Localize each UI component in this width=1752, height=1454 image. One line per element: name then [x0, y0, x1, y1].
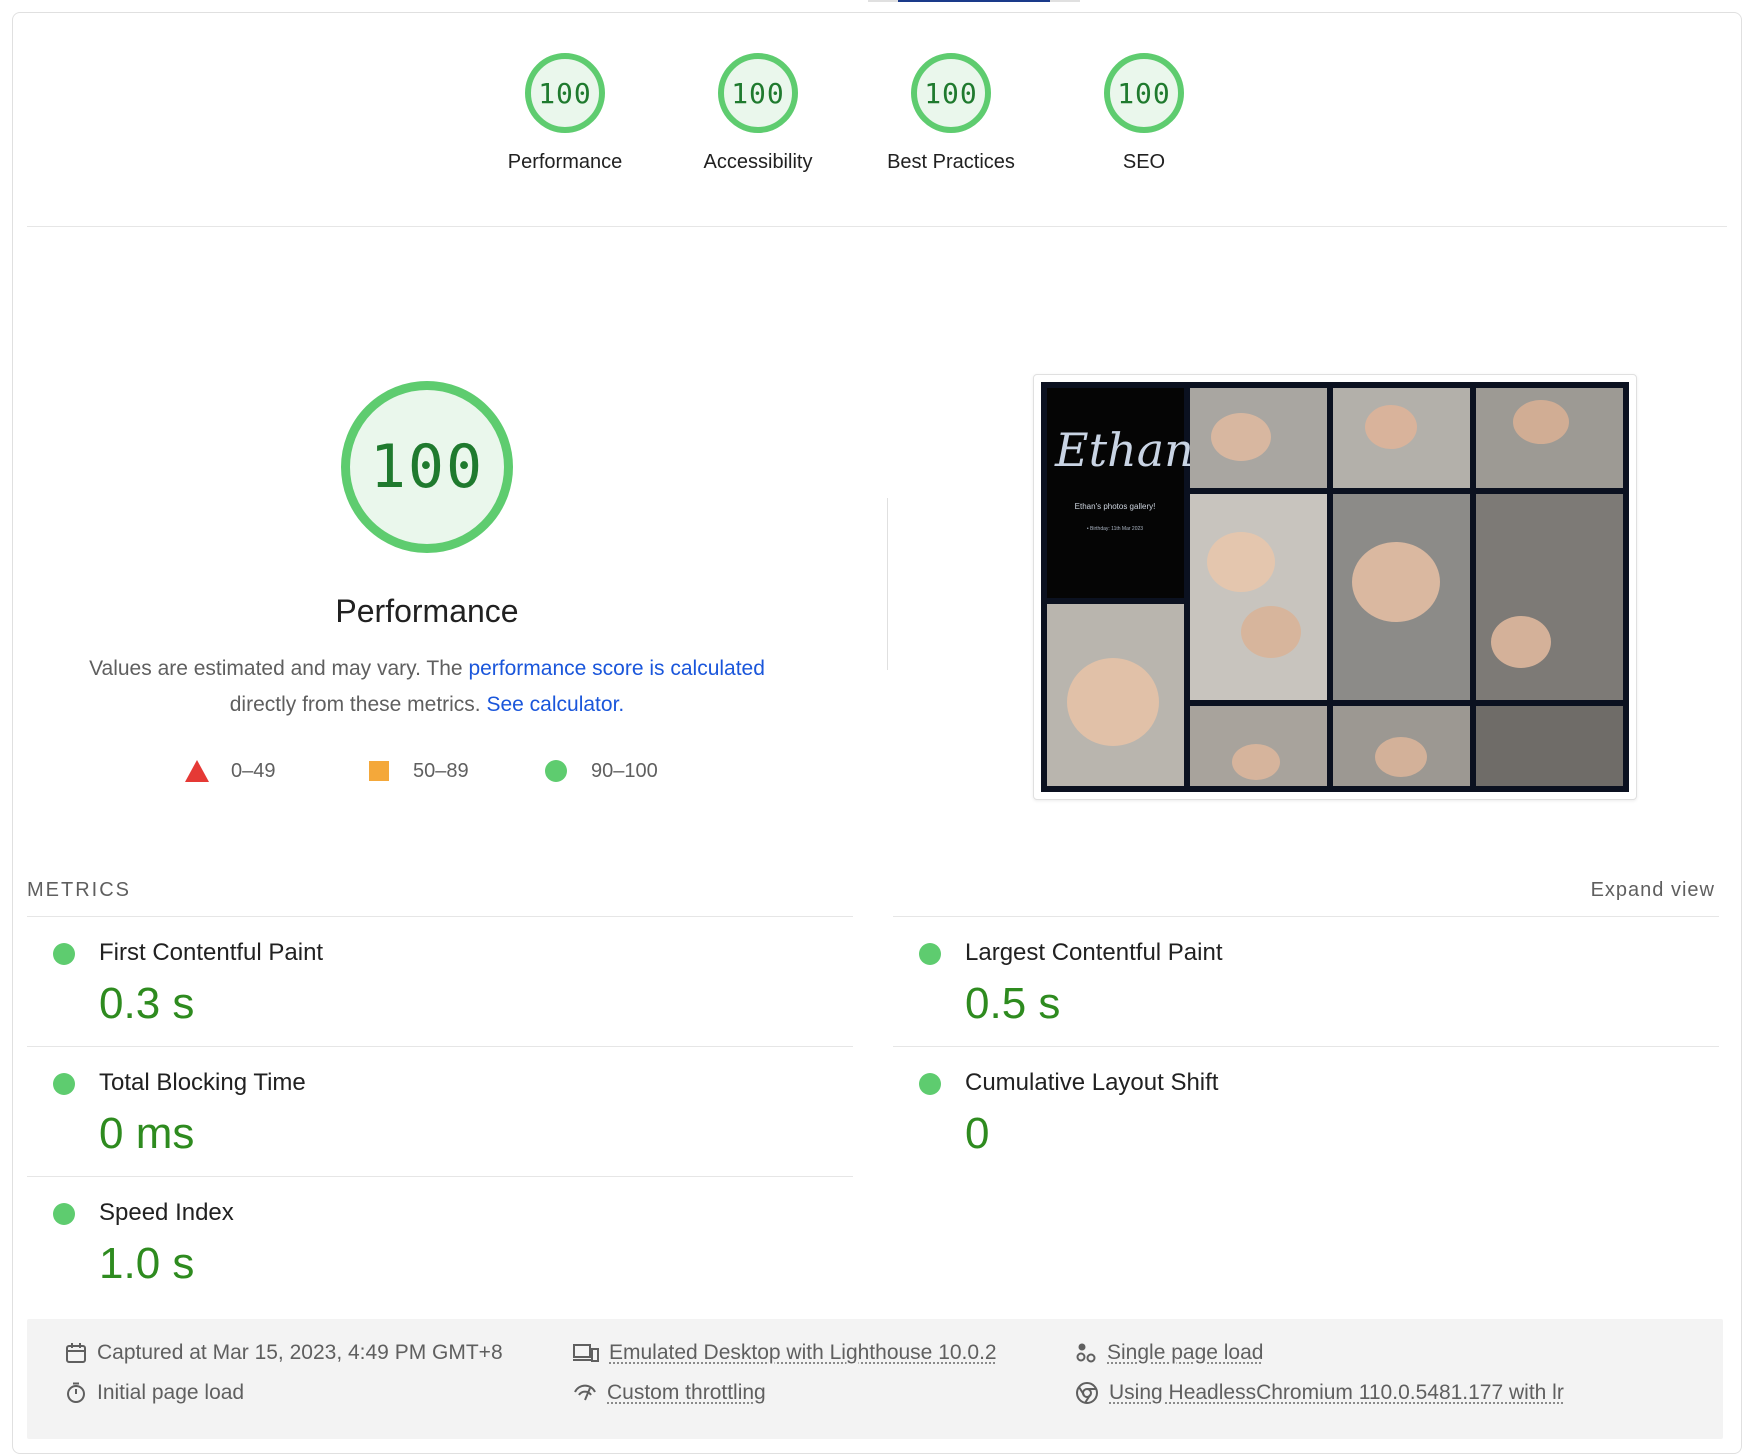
- desktop-device-icon: [573, 1344, 599, 1362]
- score-value: 100: [924, 76, 978, 110]
- single-page-load-icon: [1076, 1343, 1096, 1363]
- initial-load-info: Initial page load: [65, 1381, 244, 1405]
- captured-at-text: Captured at Mar 15, 2023, 4:49 PM GMT+8: [97, 1341, 503, 1364]
- score-summary: 100 Performance 100 Accessibility 100 Be…: [13, 53, 1741, 213]
- see-calculator-link[interactable]: See calculator.: [486, 693, 624, 716]
- lighthouse-report-card: 100 Performance 100 Accessibility 100 Be…: [12, 12, 1742, 1454]
- top-tab-indicator: [868, 0, 1080, 2]
- browser-version-link[interactable]: Using HeadlessChromium 110.0.5481.177 wi…: [1109, 1381, 1564, 1405]
- score-value: 100: [1117, 76, 1171, 110]
- network-throttle-icon: [574, 1384, 596, 1401]
- metric-cumulative-layout-shift: Cumulative Layout Shift 0: [893, 1046, 1719, 1175]
- metric-speed-index: Speed Index 1.0 s: [27, 1176, 853, 1305]
- gauge-performance[interactable]: 100 Performance: [457, 53, 673, 174]
- gauge-label: Performance: [507, 151, 623, 173]
- metric-value: 0 ms: [99, 1109, 195, 1158]
- metric-name: Total Blocking Time: [99, 1069, 306, 1096]
- screenshot-image: Ethan Ethan's photos gallery! • Birthday…: [1041, 382, 1629, 792]
- gallery-subtitle: Ethan's photos gallery!: [1075, 502, 1156, 511]
- score-ring: 100: [718, 53, 798, 133]
- gauge-label: Best Practices: [887, 151, 1015, 173]
- pass-dot-icon: [53, 1073, 75, 1095]
- gauge-label: SEO: [1122, 151, 1166, 173]
- score-ring: 100: [1104, 53, 1184, 133]
- gallery-birthday: • Birthday: 11th Mar 2023: [1087, 526, 1143, 532]
- performance-score-gauge: 100: [341, 381, 513, 553]
- custom-throttling-link[interactable]: Custom throttling: [607, 1381, 766, 1405]
- legend-range: 90–100: [591, 759, 658, 782]
- circle-pass-icon: [545, 760, 567, 782]
- performance-description: Values are estimated and may vary. The p…: [67, 651, 787, 723]
- desc-text: directly from these metrics.: [229, 693, 487, 716]
- calendar-icon: [66, 1343, 86, 1363]
- score-value: 100: [538, 76, 592, 110]
- metrics-heading: METRICS: [27, 879, 131, 901]
- metric-value: 0: [965, 1109, 990, 1158]
- timer-icon: [67, 1382, 85, 1403]
- gauge-seo[interactable]: 100 SEO: [1036, 53, 1252, 174]
- gauge-label: Accessibility: [703, 151, 813, 173]
- vertical-divider: [887, 498, 888, 670]
- pass-dot-icon: [53, 943, 75, 965]
- score-value: 100: [731, 76, 785, 110]
- metric-name: Speed Index: [99, 1199, 234, 1226]
- chrome-icon: [1076, 1382, 1098, 1404]
- score-ring: 100: [525, 53, 605, 133]
- single-page-load-link[interactable]: Single page load: [1107, 1341, 1263, 1365]
- score-ring: 100: [911, 53, 991, 133]
- throttling-info[interactable]: Custom throttling: [573, 1381, 766, 1405]
- gauge-best-practices[interactable]: 100 Best Practices: [843, 53, 1059, 174]
- metric-name: Cumulative Layout Shift: [965, 1069, 1219, 1096]
- gallery-heading: Ethan: [1054, 423, 1194, 477]
- single-page-info[interactable]: Single page load: [1075, 1341, 1263, 1365]
- legend-range: 50–89: [413, 759, 469, 782]
- legend-range: 0–49: [231, 759, 276, 782]
- metric-first-contentful-paint: First Contentful Paint 0.3 s: [27, 916, 853, 1045]
- score-calculated-link[interactable]: performance score is calculated: [468, 657, 764, 680]
- performance-score: 100: [369, 432, 485, 502]
- metric-largest-contentful-paint: Largest Contentful Paint 0.5 s: [893, 916, 1719, 1045]
- gauge-accessibility[interactable]: 100 Accessibility: [650, 53, 866, 174]
- emulated-device-link[interactable]: Emulated Desktop with Lighthouse 10.0.2: [609, 1341, 997, 1365]
- triangle-fail-icon: [185, 760, 209, 782]
- legend-fail: 0–49: [185, 758, 276, 784]
- runtime-info-box: Captured at Mar 15, 2023, 4:49 PM GMT+8 …: [27, 1319, 1723, 1439]
- browser-info[interactable]: Using HeadlessChromium 110.0.5481.177 wi…: [1075, 1381, 1715, 1405]
- square-average-icon: [369, 761, 389, 781]
- pass-dot-icon: [53, 1203, 75, 1225]
- metric-total-blocking-time: Total Blocking Time 0 ms: [27, 1046, 853, 1175]
- pass-dot-icon: [919, 1073, 941, 1095]
- initial-load-text: Initial page load: [97, 1381, 245, 1404]
- desc-text: Values are estimated and may vary. The: [89, 657, 469, 680]
- legend-average: 50–89: [369, 758, 469, 784]
- performance-title: Performance: [335, 593, 519, 629]
- pass-dot-icon: [919, 943, 941, 965]
- metric-value: 0.5 s: [965, 979, 1061, 1028]
- summary-divider: [27, 226, 1727, 227]
- metric-value: 0.3 s: [99, 979, 195, 1028]
- active-tab-underline: [898, 0, 1050, 2]
- final-screenshot[interactable]: Ethan Ethan's photos gallery! • Birthday…: [1033, 374, 1637, 800]
- metric-value: 1.0 s: [99, 1239, 195, 1288]
- metric-name: Largest Contentful Paint: [965, 939, 1223, 966]
- metric-name: First Contentful Paint: [99, 939, 324, 966]
- legend-pass: 90–100: [545, 758, 658, 784]
- captured-at-info: Captured at Mar 15, 2023, 4:49 PM GMT+8: [65, 1341, 503, 1365]
- expand-view-button[interactable]: Expand view: [1591, 879, 1715, 902]
- emulated-device-info[interactable]: Emulated Desktop with Lighthouse 10.0.2: [573, 1341, 997, 1365]
